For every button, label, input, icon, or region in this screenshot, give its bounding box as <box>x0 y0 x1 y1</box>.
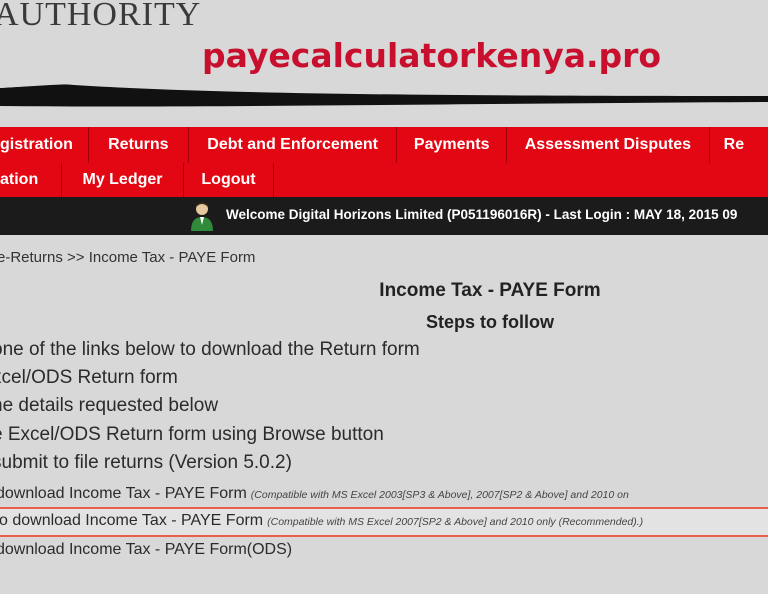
download-link-ods[interactable]: download Income Tax - PAYE Form(ODS) <box>0 541 292 558</box>
download-link-excel2007[interactable]: o download Income Tax - PAYE Form <box>0 512 263 529</box>
step-item: xcel/ODS Return form <box>0 367 178 388</box>
nav-ation[interactable]: ation <box>0 163 62 197</box>
download-link-excel2003[interactable]: download Income Tax - PAYE Form <box>0 485 247 502</box>
page-title: Income Tax - PAYE Form <box>379 280 601 301</box>
breadcrumb: e-Returns >> Income Tax - PAYE Form <box>0 249 256 266</box>
main-nav: gistration Returns Debt and Enforcement … <box>0 127 768 163</box>
nav-my-ledger[interactable]: My Ledger <box>62 163 184 197</box>
nav-logout[interactable]: Logout <box>184 163 274 197</box>
user-avatar-icon <box>191 202 213 231</box>
watermark-text: payecalculatorkenya.pro <box>202 36 662 75</box>
sub-nav: ation My Ledger Logout <box>0 163 768 197</box>
step-item: he details requested below <box>0 395 219 416</box>
nav-returns[interactable]: Returns <box>89 127 189 163</box>
download-note: (Compatible with MS Excel 2007[SP2 & Abo… <box>267 516 644 528</box>
download-note: (Compatible with MS Excel 2003[SP3 & Abo… <box>250 489 629 501</box>
step-item: one of the links below to download the R… <box>0 339 420 360</box>
steps-title: Steps to follow <box>426 312 554 332</box>
header-swoosh <box>0 80 768 107</box>
step-item: submit to file returns (Version 5.0.2) <box>0 452 292 473</box>
welcome-bar: Welcome Digital Horizons Limited (P05119… <box>0 197 768 235</box>
step-item: e Excel/ODS Return form using Browse but… <box>0 424 384 445</box>
nav-re[interactable]: Re <box>710 127 768 163</box>
download-row-excel2003: download Income Tax - PAYE Form (Compatib… <box>0 485 629 503</box>
authority-logo-text: AUTHORITY <box>0 0 202 33</box>
welcome-text: Welcome Digital Horizons Limited (P05119… <box>226 207 738 222</box>
nav-payments[interactable]: Payments <box>397 127 508 163</box>
nav-assessment-disputes[interactable]: Assessment Disputes <box>507 127 710 163</box>
nav-debt-enforcement[interactable]: Debt and Enforcement <box>189 127 398 163</box>
download-row-ods: download Income Tax - PAYE Form(ODS) <box>0 541 292 559</box>
nav-registration[interactable]: gistration <box>0 127 89 163</box>
download-row-excel2007: o download Income Tax - PAYE Form (Compat… <box>0 512 643 530</box>
